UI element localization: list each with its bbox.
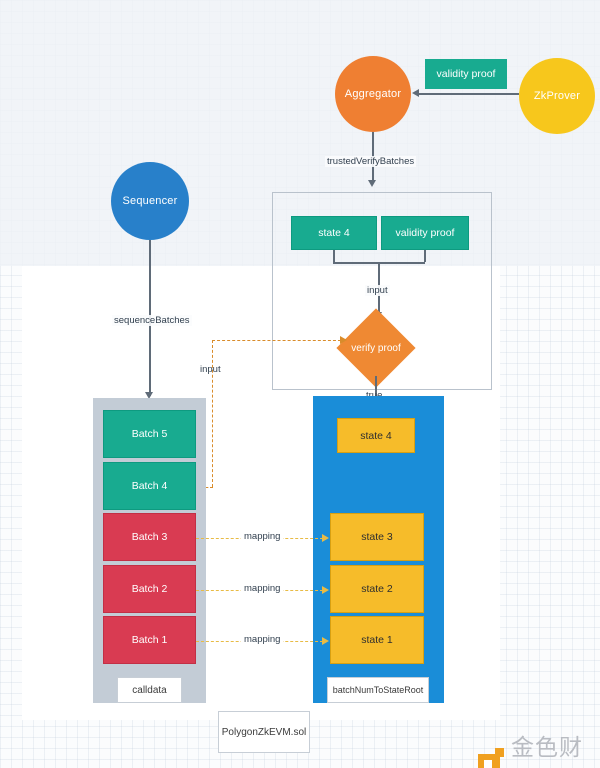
edge-label-mapping-3: mapping bbox=[241, 531, 284, 542]
edge-mapping-2-arrowhead bbox=[322, 586, 329, 594]
edge-input-dashed-top bbox=[212, 340, 341, 341]
watermark: 金色财经 bbox=[478, 728, 600, 768]
batch-item-1-label: Batch 1 bbox=[131, 634, 168, 646]
batch-item-4-label: Batch 4 bbox=[131, 480, 168, 492]
state-item-3-label: state 3 bbox=[361, 531, 393, 543]
state-item-1-label: state 1 bbox=[361, 634, 393, 646]
batch-item-3-label: Batch 3 bbox=[131, 531, 168, 543]
node-validity-proof-top[interactable]: validity proof bbox=[425, 59, 507, 89]
state-item-4[interactable]: state 4 bbox=[337, 418, 415, 453]
brace-stem-left bbox=[333, 250, 335, 262]
calldata-label: calldata bbox=[117, 677, 182, 703]
batch-item-5[interactable]: Batch 5 bbox=[103, 410, 196, 458]
edge-label-mapping-1: mapping bbox=[241, 634, 284, 645]
diagram-canvas: ZkProver Aggregator validity proof trust… bbox=[0, 0, 600, 768]
node-sequencer-label: Sequencer bbox=[122, 195, 178, 207]
node-state4-input-label: state 4 bbox=[318, 227, 350, 239]
edge-label-trusted-verify-batches: trustedVerifyBatches bbox=[325, 156, 417, 167]
edge-zkprover-to-aggregator-arrowhead bbox=[412, 88, 419, 97]
state-item-3[interactable]: state 3 bbox=[330, 513, 424, 561]
state-item-4-label: state 4 bbox=[360, 429, 392, 442]
watermark-logo-icon bbox=[478, 748, 504, 768]
edge-input-dashed-arrowhead bbox=[340, 336, 347, 344]
batchnum-to-stateroot-text: batchNumToStateRoot bbox=[332, 685, 424, 695]
state-item-2[interactable]: state 2 bbox=[330, 565, 424, 613]
node-validity-proof-input-label: validity proof bbox=[395, 227, 455, 239]
batch-item-4[interactable]: Batch 4 bbox=[103, 462, 196, 510]
watermark-text: 金色财经 bbox=[510, 735, 583, 761]
state-item-2-label: state 2 bbox=[361, 583, 393, 595]
edge-label-input-to-verify: input bbox=[365, 285, 390, 296]
edge-label-input-dashed: input bbox=[200, 364, 221, 375]
node-zkprover[interactable]: ZkProver bbox=[519, 58, 595, 134]
contract-file-label: PolygonZkEVM.sol bbox=[218, 711, 310, 753]
edge-mapping-3-arrowhead bbox=[322, 534, 329, 542]
node-validity-proof-input[interactable]: validity proof bbox=[381, 216, 469, 250]
node-aggregator-label: Aggregator bbox=[344, 88, 402, 100]
brace-stem-right bbox=[424, 250, 426, 262]
node-validity-proof-top-label: validity proof bbox=[436, 68, 496, 80]
calldata-label-text: calldata bbox=[132, 684, 167, 696]
batchnum-to-stateroot-label: batchNumToStateRoot bbox=[327, 677, 429, 703]
batch-item-1[interactable]: Batch 1 bbox=[103, 616, 196, 664]
node-sequencer[interactable]: Sequencer bbox=[111, 162, 189, 240]
node-verify-proof-label: verify proof bbox=[351, 342, 401, 354]
edge-mapping-1-arrowhead bbox=[322, 637, 329, 645]
node-aggregator[interactable]: Aggregator bbox=[335, 56, 411, 132]
contract-file-label-text: PolygonZkEVM.sol bbox=[221, 726, 307, 738]
edge-input-dashed-vertical bbox=[212, 340, 213, 487]
edge-label-mapping-2: mapping bbox=[241, 583, 284, 594]
batch-item-3[interactable]: Batch 3 bbox=[103, 513, 196, 561]
node-zkprover-label: ZkProver bbox=[533, 90, 581, 102]
batch-item-5-label: Batch 5 bbox=[131, 428, 168, 440]
state-item-1[interactable]: state 1 bbox=[330, 616, 424, 664]
node-state4-input[interactable]: state 4 bbox=[291, 216, 377, 250]
edge-zkprover-to-aggregator bbox=[419, 93, 519, 95]
edge-label-sequence-batches: sequenceBatches bbox=[112, 315, 192, 326]
edge-trusted-verify-batches-arrowhead bbox=[368, 180, 377, 187]
batch-item-2-label: Batch 2 bbox=[131, 583, 168, 595]
batch-item-2[interactable]: Batch 2 bbox=[103, 565, 196, 613]
